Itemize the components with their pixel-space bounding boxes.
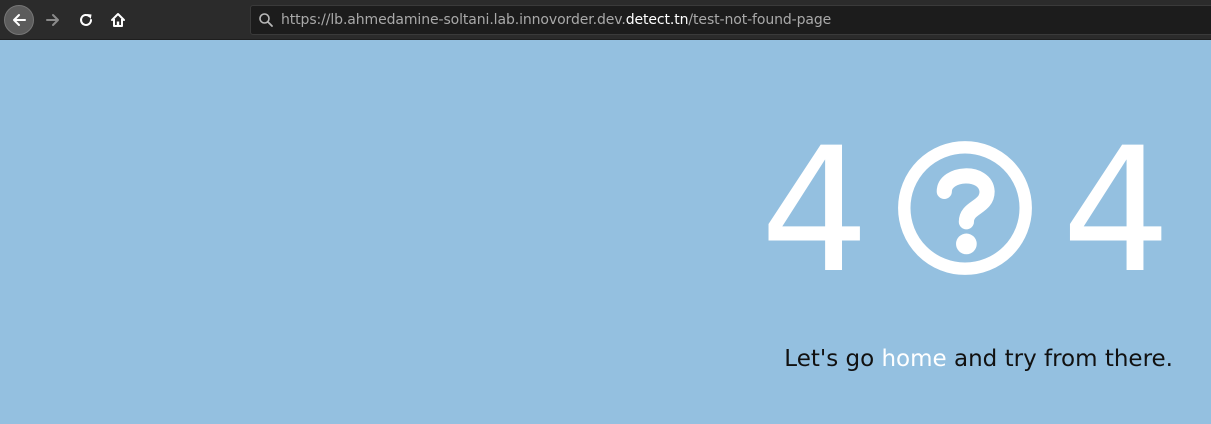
not-found-page: 4 4 Let's go home and try from there. [0, 40, 1211, 424]
url-prefix: https://lb.ahmedamine-soltani.lab.innovo… [281, 12, 626, 28]
reload-button[interactable] [71, 5, 101, 35]
message-after: and try from there. [946, 346, 1173, 372]
error-digit-right: 4 [1061, 110, 1171, 311]
forward-button[interactable] [38, 5, 68, 35]
error-digit-left: 4 [760, 110, 870, 311]
reload-icon [80, 13, 92, 26]
back-button[interactable] [4, 5, 34, 35]
home-link[interactable]: home [881, 346, 946, 372]
not-found-message: Let's go home and try from there. [784, 346, 1173, 372]
home-icon [111, 13, 125, 27]
error-code: 4 4 [760, 110, 1171, 311]
search-icon [251, 6, 281, 34]
url-text[interactable]: https://lb.ahmedamine-soltani.lab.innovo… [281, 12, 831, 28]
browser-toolbar: https://lb.ahmedamine-soltani.lab.innovo… [0, 0, 1211, 40]
address-bar[interactable]: https://lb.ahmedamine-soltani.lab.innovo… [250, 5, 1211, 35]
arrow-left-icon [13, 14, 26, 26]
question-circle-icon [897, 141, 1032, 275]
arrow-right-icon [46, 14, 59, 26]
url-domain: detect.tn [625, 12, 689, 28]
url-path: /test-not-found-page [688, 12, 832, 28]
home-button[interactable] [103, 5, 133, 35]
message-before: Let's go [784, 346, 882, 372]
